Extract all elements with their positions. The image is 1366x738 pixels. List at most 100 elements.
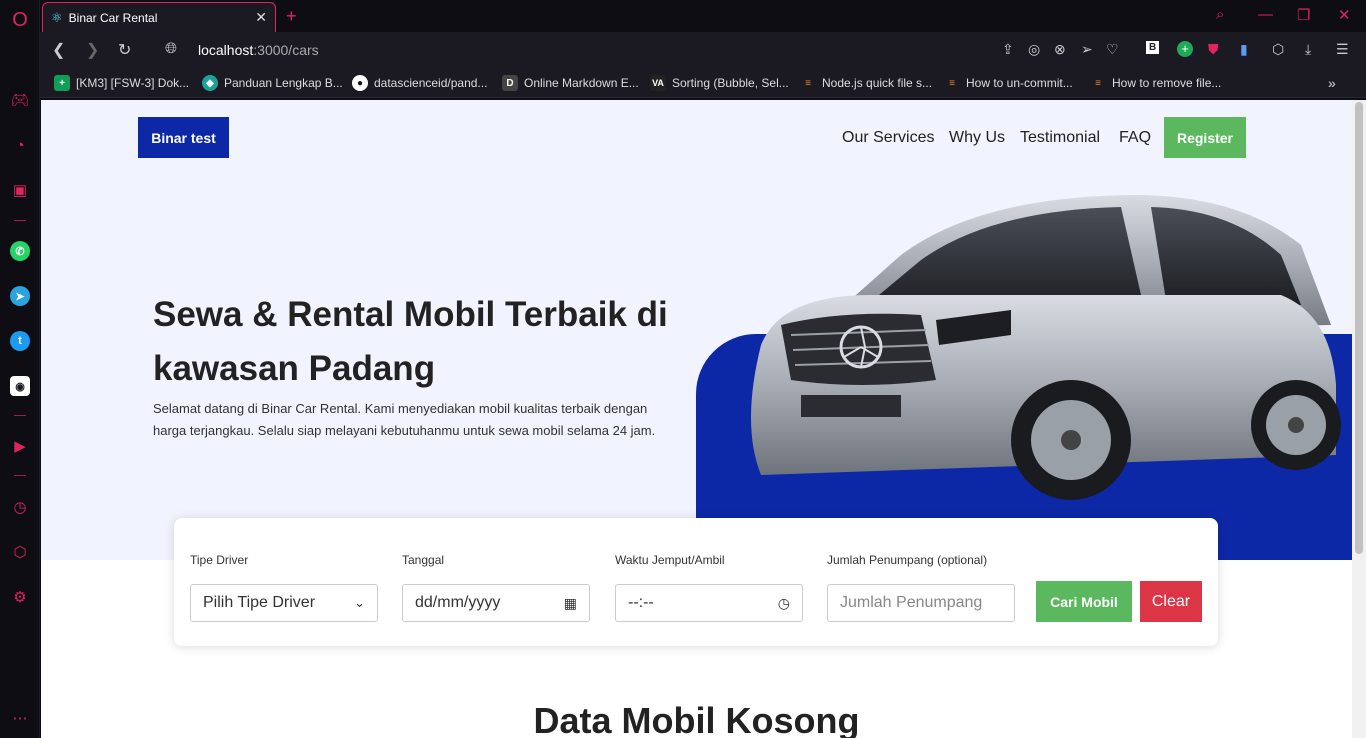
passenger-input[interactable]: Jumlah Penumpang <box>827 584 1015 622</box>
bookmarks-bar: + [KM3] [FSW-3] Dok... ◆ Panduan Lengkap B… <box>40 68 1366 98</box>
shopping-bag-icon[interactable]: ▣ <box>10 180 30 200</box>
extension-doc-icon[interactable]: ▮ <box>1240 41 1248 58</box>
sidebar-divider <box>14 475 26 476</box>
nav-faq[interactable]: FAQ <box>1119 129 1151 147</box>
speed-dial-icon[interactable]: ◔ <box>10 135 30 155</box>
passenger-placeholder: Jumlah Penumpang <box>840 594 983 611</box>
driver-type-label: Tipe Driver <box>190 553 249 567</box>
tab-close-icon[interactable]: ✕ <box>255 9 267 26</box>
whatsapp-icon[interactable]: ✆ <box>10 241 30 261</box>
bookmark-item[interactable]: ≡ How to un-commit... <box>944 75 1073 91</box>
extension-shield-icon[interactable]: ⛊ <box>1208 41 1219 58</box>
driver-type-select[interactable]: Pilih Tipe Driver ⌄ <box>190 584 378 622</box>
hero-subtitle: Selamat datang di Binar Car Rental. Kami… <box>153 401 656 438</box>
minimize-icon[interactable]: — <box>1258 6 1273 23</box>
react-favicon-icon: ⚛ <box>51 9 63 25</box>
send-icon[interactable]: ➢ <box>1081 41 1093 58</box>
extensions-icon[interactable]: ⬡ <box>1272 41 1284 58</box>
address-bar: ❮ ❯ ↻ 🌐︎ localhost:3000/cars ⇪ ◎ ⊗ ➢ ♡ B… <box>40 32 1366 68</box>
new-tab-icon[interactable]: + <box>286 6 297 27</box>
forward-icon[interactable]: ❯ <box>86 40 99 60</box>
car-image <box>751 195 1341 500</box>
url-path: :3000/cars <box>253 42 319 58</box>
extensions-cube-icon[interactable]: ⬡ <box>10 542 30 562</box>
bookmark-item[interactable]: VA Sorting (Bubble, Sel... <box>650 75 789 91</box>
extension-plus-icon[interactable]: + <box>1177 41 1193 57</box>
driver-type-value: Pilih Tipe Driver <box>203 594 316 611</box>
hero-title: Sewa & Rental Mobil Terbaik di kawasan P… <box>153 295 668 388</box>
back-icon[interactable]: ❮ <box>52 40 65 60</box>
bookmark-item[interactable]: ≡ Node.js quick file s... <box>800 75 932 91</box>
date-label: Tanggal <box>402 553 445 567</box>
scrollbar-thumb[interactable] <box>1355 102 1363 554</box>
bookmark-label: How to remove file... <box>1112 76 1222 90</box>
bookmark-item[interactable]: ◆ Panduan Lengkap B... <box>202 75 343 91</box>
telegram-icon[interactable]: ➤ <box>10 286 30 306</box>
search-card: Tipe Driver Pilih Tipe Driver ⌄ Tanggal … <box>174 518 1218 646</box>
circle-icon: ◆ <box>202 75 218 91</box>
url-field[interactable]: localhost:3000/cars <box>198 42 319 58</box>
bookmark-label: Panduan Lengkap B... <box>224 76 343 90</box>
globe-icon: 🌐︎ <box>165 40 178 57</box>
opera-sidebar: O 🎮︎ ◔ ▣ ✆ ➤ t ◉ ▶ ◷ ⬡ ⚙ ⋯ <box>0 0 40 738</box>
gamepad-icon[interactable]: 🎮︎ <box>10 90 30 110</box>
tab-active[interactable]: ⚛ Binar Car Rental ✕ <box>42 2 276 32</box>
passenger-label: Jumlah Penumpang (optional) <box>827 553 988 567</box>
clear-button[interactable]: Clear <box>1140 581 1202 622</box>
chevron-down-icon: ⌄ <box>354 595 365 610</box>
date-value: dd/mm/yyyy <box>415 594 501 611</box>
d-icon: D <box>502 75 518 91</box>
heart-icon[interactable]: ♡ <box>1106 41 1119 58</box>
date-input[interactable]: dd/mm/yyyy ▦ <box>402 584 590 622</box>
opera-logo-icon[interactable]: O <box>10 9 30 31</box>
bookmark-label: [KM3] [FSW-3] Dok... <box>76 76 190 90</box>
register-button[interactable]: Register <box>1164 117 1246 158</box>
easy-setup-icon[interactable]: ☰ <box>1336 41 1349 58</box>
camera-icon[interactable]: ◎ <box>1028 41 1040 58</box>
restore-icon[interactable]: ❐ <box>1297 6 1310 24</box>
download-icon[interactable]: ⤓ <box>1305 41 1311 58</box>
page-scrollbar[interactable] <box>1352 100 1366 738</box>
nav-why-us[interactable]: Why Us <box>949 129 1005 147</box>
extension-b-icon[interactable]: B <box>1146 41 1160 54</box>
github-icon: ● <box>352 75 368 91</box>
bookmark-item[interactable]: D Online Markdown E... <box>502 75 639 91</box>
stackoverflow-icon: ≡ <box>805 77 811 89</box>
bookmark-label: Online Markdown E... <box>524 76 639 90</box>
share-icon[interactable]: ⇪ <box>1002 41 1014 58</box>
twitter-icon[interactable]: t <box>10 331 30 351</box>
calendar-icon[interactable]: ▦ <box>564 595 577 612</box>
history-icon[interactable]: ◷ <box>10 497 30 517</box>
brand-logo[interactable]: Binar test <box>138 117 229 158</box>
visualgo-icon: VA <box>650 75 666 91</box>
more-dots-icon[interactable]: ⋯ <box>10 708 30 728</box>
page-viewport: Binar test Our Services Why Us Testimoni… <box>41 100 1352 738</box>
bookmark-item[interactable]: + [KM3] [FSW-3] Dok... <box>54 75 189 91</box>
adblock-icon[interactable]: ⊗ <box>1054 41 1066 58</box>
nav-our-services[interactable]: Our Services <box>842 129 934 147</box>
bookmark-label: Node.js quick file s... <box>822 76 933 90</box>
close-window-icon[interactable]: ✕ <box>1338 6 1351 24</box>
bookmark-label: datascienceid/pand... <box>374 76 488 90</box>
settings-gear-icon[interactable]: ⚙ <box>10 587 30 607</box>
bookmark-item[interactable]: ≡ How to remove file... <box>1090 75 1221 91</box>
nav-testimonial[interactable]: Testimonial <box>1020 129 1100 147</box>
clock-icon[interactable]: ◷ <box>778 595 790 612</box>
sidebar-divider <box>14 220 26 221</box>
reload-icon[interactable]: ↻ <box>118 40 131 60</box>
bookmark-item[interactable]: ● datascienceid/pand... <box>352 75 487 91</box>
search-car-button[interactable]: Cari Mobil <box>1036 581 1132 622</box>
stackoverflow-icon: ≡ <box>949 77 955 89</box>
bookmark-label: How to un-commit... <box>966 76 1073 90</box>
tab-strip: ⚛ Binar Car Rental ✕ + ⌕ — ❐ ✕ <box>40 0 1366 32</box>
time-value: --:-- <box>628 594 654 611</box>
search-tabs-icon[interactable]: ⌕ <box>1216 6 1224 23</box>
time-input[interactable]: --:-- ◷ <box>615 584 803 622</box>
url-host: localhost <box>198 42 254 58</box>
player-icon[interactable]: ▶ <box>10 436 30 456</box>
bookmarks-overflow-icon[interactable]: » <box>1328 75 1336 91</box>
discord-icon[interactable]: ◉ <box>10 376 30 396</box>
hero-section: Binar test Our Services Why Us Testimoni… <box>41 100 1352 560</box>
sheets-icon: + <box>54 75 70 91</box>
section-title: Data Mobil Kosong <box>533 700 860 738</box>
